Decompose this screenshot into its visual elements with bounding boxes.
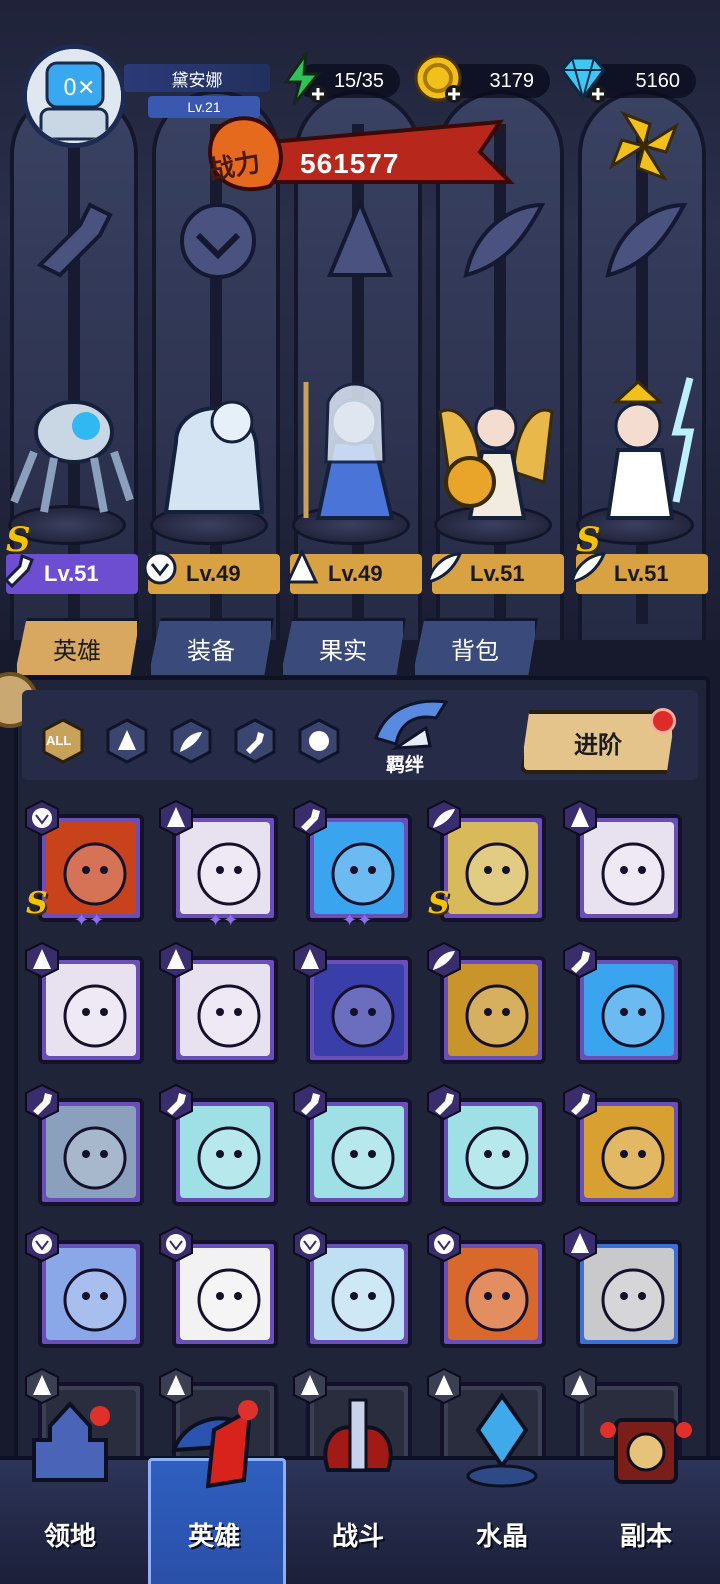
stage-hero-level-tag[interactable]: Lv.49 (143, 551, 280, 594)
energy-bolt-plus-icon[interactable] (276, 52, 330, 106)
notification-dot (650, 708, 676, 734)
beast-class-badge-icon (293, 1226, 327, 1262)
wrench-class-badge-icon (25, 1084, 59, 1120)
hero-star-rating: ✦✦ (208, 910, 239, 930)
filter-mage-icon[interactable] (104, 718, 150, 764)
beast-class-emblem-icon (180, 203, 256, 279)
battle-icon (323, 1398, 393, 1472)
stage-hero-ice-werewolf[interactable] (146, 372, 278, 522)
nav-label: 水晶 (475, 1521, 528, 1551)
stage-hero-level-tag[interactable]: Lv.51 (3, 553, 138, 594)
stage-hero-ice-sorceress[interactable] (288, 372, 420, 522)
nav-heroes[interactable]: 英雄 (144, 1390, 286, 1584)
stage-hero-level-tag[interactable]: Lv.51 (426, 552, 564, 594)
filter-wing-icon[interactable] (168, 718, 214, 764)
nav-crystal[interactable]: 水晶 (432, 1390, 572, 1584)
dungeon-icon (600, 1418, 692, 1484)
stage-hero-level-tag[interactable]: Lv.49 (285, 548, 422, 594)
stage-hero-level: Lv.51 (44, 561, 99, 586)
nav-label: 领地 (43, 1521, 96, 1551)
hero-icon (171, 1400, 258, 1489)
player-name: 黛安娜 (124, 64, 270, 92)
mage-class-badge-icon (293, 942, 327, 978)
wing-class-emblem-icon (605, 202, 688, 278)
gold-value: 3179 (489, 69, 535, 92)
nav-territory[interactable]: 领地 (0, 1390, 140, 1584)
mage-class-badge-icon (563, 800, 597, 836)
hero-star-rating: ✦✦ (342, 910, 373, 930)
gem-value: 5160 (635, 69, 681, 92)
beast-class-badge-icon (159, 1226, 193, 1262)
tab-fruit[interactable]: 果实 (280, 618, 406, 678)
castle-icon (32, 1401, 110, 1482)
nav-label: 副本 (619, 1521, 672, 1551)
beast-class-icon (143, 551, 177, 585)
mage-class-emblem-icon (327, 197, 393, 277)
hero-tab-bar: 英雄 装备 果实 背包 (14, 618, 714, 678)
filter-all-label: ALL (46, 733, 72, 748)
wing-class-emblem-icon (463, 202, 546, 278)
filter-beast-icon[interactable] (296, 718, 342, 764)
stage-hero-lightning-god[interactable] (572, 372, 704, 522)
nav-label: 战斗 (331, 1521, 384, 1551)
wrench-class-badge-icon (159, 1084, 193, 1120)
stage-hero-level: Lv.51 (614, 561, 669, 586)
mage-class-badge-icon (159, 942, 193, 978)
beast-class-badge-icon (25, 1226, 59, 1262)
filter-wrench-icon[interactable] (232, 718, 278, 764)
tab-backpack[interactable]: 背包 (412, 618, 538, 678)
avatar: 0✕ (22, 44, 126, 148)
wrench-class-badge-icon (293, 1084, 327, 1120)
tab-equipment[interactable]: 装备 (148, 618, 274, 678)
nav-label: 英雄 (187, 1521, 240, 1551)
pinwheel-bonus-icon[interactable] (604, 106, 684, 186)
wrench-class-badge-icon (563, 942, 597, 978)
combat-power-value: 561577 (300, 148, 400, 179)
stage-hero-level-tag[interactable]: Lv.51 (570, 552, 708, 594)
gold-coin-plus-icon[interactable] (412, 52, 466, 106)
energy-value: 15/35 (333, 69, 384, 92)
wrench-class-badge-icon (293, 800, 327, 836)
bond-label[interactable]: 羁绊 (386, 750, 424, 777)
wing-class-icon (570, 552, 607, 585)
mage-class-badge-icon (25, 942, 59, 978)
beast-class-badge-icon (25, 800, 59, 836)
stage-hero-level: Lv.51 (470, 561, 525, 586)
crystal-icon (466, 1392, 538, 1488)
nav-dungeon[interactable]: 副本 (576, 1390, 716, 1584)
hero-rank-badge: S (428, 886, 450, 921)
mage-class-badge-icon (563, 1226, 597, 1262)
stage-hero-golden-valkyrie[interactable] (430, 372, 562, 522)
wing-class-badge-icon (427, 942, 461, 978)
fishbowl-robot-portrait-icon: 0✕ (27, 49, 121, 143)
svg-text:0✕: 0✕ (63, 76, 95, 101)
stage-hero-level: Lv.49 (186, 561, 241, 586)
nav-battle[interactable]: 战斗 (288, 1390, 428, 1584)
mage-class-badge-icon (159, 800, 193, 836)
diamond-plus-icon[interactable] (556, 52, 610, 106)
wing-class-icon (426, 552, 463, 585)
tab-heroes[interactable]: 英雄 (14, 618, 140, 678)
beast-class-badge-icon (427, 1226, 461, 1262)
wing-class-badge-icon (427, 800, 461, 836)
mage-class-icon (285, 548, 319, 584)
hero-rank-badge: S (26, 886, 48, 921)
stage-hero-robot-spider[interactable] (4, 372, 136, 522)
wrench-class-badge-icon (427, 1084, 461, 1120)
stage-hero-level: Lv.49 (328, 561, 383, 586)
wrench-class-badge-icon (563, 1084, 597, 1120)
wrench-class-icon (3, 553, 34, 588)
wrench-class-emblem-icon (36, 202, 113, 278)
player-avatar-button[interactable]: 0✕ (22, 44, 134, 156)
hero-star-rating: ✦✦ (74, 910, 105, 930)
